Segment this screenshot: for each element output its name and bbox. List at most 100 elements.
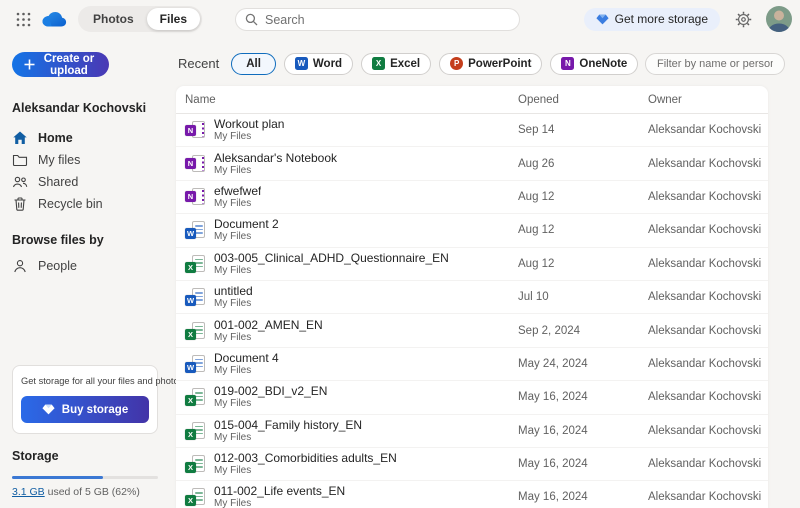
shared-people-icon [12, 174, 28, 190]
file-title: Document 4 [214, 350, 279, 365]
file-location: My Files [214, 398, 252, 410]
file-owner: Aleksandar Kochovski [648, 324, 762, 337]
filter-pill-excel[interactable]: X Excel [361, 52, 432, 75]
file-opened-date: Aug 12 [518, 190, 555, 203]
user-avatar[interactable] [766, 6, 792, 32]
app-launcher-icon[interactable] [10, 6, 36, 32]
file-name-cell: X 015-004_Family history_EN My Files [176, 418, 518, 444]
file-title: Aleksandar's Notebook [214, 150, 338, 165]
column-header-owner[interactable]: Owner [648, 94, 768, 106]
file-location: My Files [214, 498, 252, 508]
file-title: untitled [214, 284, 253, 299]
sidebar-item-my-files-label: My files [38, 153, 81, 167]
toggle-photos[interactable]: Photos [80, 8, 147, 30]
file-owner: Aleksandar Kochovski [648, 458, 762, 471]
filter-pill-powerpoint[interactable]: P PowerPoint [439, 52, 543, 75]
file-opened-date: Aug 26 [518, 157, 555, 170]
storage-used-link[interactable]: 3.1 GB [12, 486, 45, 498]
file-name-cell: X 012-003_Comorbidities adults_EN My Fil… [176, 451, 518, 477]
table-row[interactable]: X 015-004_Family history_EN My Files May… [176, 415, 768, 448]
file-owner: Aleksandar Kochovski [648, 424, 762, 437]
filter-pill-label: OneNote [579, 57, 628, 70]
file-name-cell: X 003-005_Clinical_ADHD_Questionnaire_EN… [176, 251, 518, 277]
table-row[interactable]: W untitled My Files Jul 10 Aleksandar Ko… [176, 281, 768, 315]
table-row[interactable]: X 003-005_Clinical_ADHD_Questionnaire_EN… [176, 248, 768, 281]
top-header: Photos Files Get more storage [0, 0, 800, 38]
browse-files-by-header: Browse files by [12, 233, 104, 247]
file-location: My Files [214, 465, 252, 477]
settings-gear-icon[interactable] [732, 8, 754, 30]
create-or-upload-button[interactable]: Create or upload [12, 52, 109, 77]
file-title: 019-002_BDI_v2_EN [214, 384, 328, 399]
file-owner: Aleksandar Kochovski [648, 157, 762, 170]
column-header-opened[interactable]: Opened [518, 94, 648, 106]
file-name-cell: N efwefwef My Files [176, 184, 518, 210]
main-content: Recent All W Word X Excel P PowerPoint N OneNote… [170, 38, 800, 508]
buy-storage-button[interactable]: Buy storage [21, 396, 149, 423]
file-opened-date: Jul 10 [518, 291, 549, 304]
file-location: My Files [214, 131, 252, 143]
storage-promo-card: Get storage for all your files and photo… [12, 365, 186, 434]
file-owner: Aleksandar Kochovski [648, 357, 762, 370]
onenote-app-icon: N [561, 57, 575, 70]
onenote-file-icon: N [185, 120, 206, 140]
table-row[interactable]: W Document 2 My Files Aug 12 Aleksandar … [176, 214, 768, 248]
table-row[interactable]: X 019-002_BDI_v2_EN My Files May 16, 202… [176, 381, 768, 415]
file-opened-date: Sep 14 [518, 124, 555, 137]
get-more-storage-label: Get more storage [614, 12, 708, 26]
file-location: My Files [214, 264, 252, 276]
storage-promo-text: Get storage for all your files and photo… [21, 376, 186, 386]
sidebar: Create or upload Aleksandar Kochovski Ho… [0, 38, 186, 508]
file-opened-date: May 16, 2024 [518, 391, 588, 404]
file-name-cell: W Document 2 My Files [176, 217, 518, 243]
diamond-icon [596, 14, 609, 25]
filter-pill-word[interactable]: W Word [283, 52, 354, 75]
table-row[interactable]: N Aleksandar's Notebook My Files Aug 26 … [176, 147, 768, 181]
filter-pill-all[interactable]: All [231, 52, 276, 75]
excel-file-icon: X [185, 421, 206, 441]
search-bar[interactable] [235, 8, 520, 31]
table-header: Name Opened Owner [176, 86, 768, 114]
file-title: 001-002_AMEN_EN [214, 317, 323, 332]
table-row[interactable]: N Workout plan My Files Sep 14 Aleksanda… [176, 114, 768, 148]
file-name-cell: W Document 4 My Files [176, 351, 518, 377]
filter-pill-label: Excel [390, 57, 421, 70]
excel-app-icon: X [372, 57, 386, 70]
filter-row: Recent All W Word X Excel P PowerPoint N OneNote [170, 51, 800, 76]
filter-pill-onenote[interactable]: N OneNote [550, 52, 639, 75]
table-row[interactable]: N efwefwef My Files Aug 12 Aleksandar Ko… [176, 181, 768, 215]
trash-icon [12, 196, 28, 212]
get-more-storage-button[interactable]: Get more storage [583, 7, 720, 31]
sidebar-item-my-files[interactable]: My files [12, 149, 158, 171]
file-name-cell: N Workout plan My Files [176, 117, 518, 143]
table-row[interactable]: X 012-003_Comorbidities adults_EN My Fil… [176, 448, 768, 482]
file-location: My Files [214, 431, 252, 443]
file-owner: Aleksandar Kochovski [648, 190, 762, 203]
create-or-upload-label: Create or upload [43, 52, 95, 77]
table-row[interactable]: X 011-002_Life events_EN My Files May 16… [176, 481, 768, 508]
diamond-icon [42, 404, 55, 415]
storage-progress-fill [12, 476, 103, 479]
onedrive-logo-icon[interactable] [40, 10, 68, 29]
sidebar-item-shared[interactable]: Shared [12, 171, 158, 193]
filter-by-name-input[interactable] [645, 52, 785, 75]
table-row[interactable]: W Document 4 My Files May 24, 2024 Aleks… [176, 348, 768, 382]
search-icon [245, 13, 258, 26]
file-opened-date: May 16, 2024 [518, 491, 588, 504]
sidebar-item-people[interactable]: People [12, 255, 158, 277]
sidebar-item-shared-label: Shared [38, 175, 79, 189]
column-header-name[interactable]: Name [176, 94, 518, 106]
filter-pill-label: PowerPoint [468, 57, 532, 70]
file-owner: Aleksandar Kochovski [648, 257, 762, 270]
file-opened-date: Aug 12 [518, 224, 555, 237]
sidebar-item-home[interactable]: Home [12, 127, 158, 149]
file-opened-date: May 16, 2024 [518, 458, 588, 471]
search-input[interactable] [265, 12, 510, 27]
toggle-files[interactable]: Files [146, 8, 201, 30]
sidebar-item-recycle-bin[interactable]: Recycle bin [12, 193, 158, 215]
file-title: 003-005_Clinical_ADHD_Questionnaire_EN [214, 250, 449, 265]
account-name: Aleksandar Kochovski [12, 101, 147, 115]
powerpoint-app-icon: P [450, 57, 464, 70]
file-owner: Aleksandar Kochovski [648, 224, 762, 237]
table-row[interactable]: X 001-002_AMEN_EN My Files Sep 2, 2024 A… [176, 314, 768, 348]
